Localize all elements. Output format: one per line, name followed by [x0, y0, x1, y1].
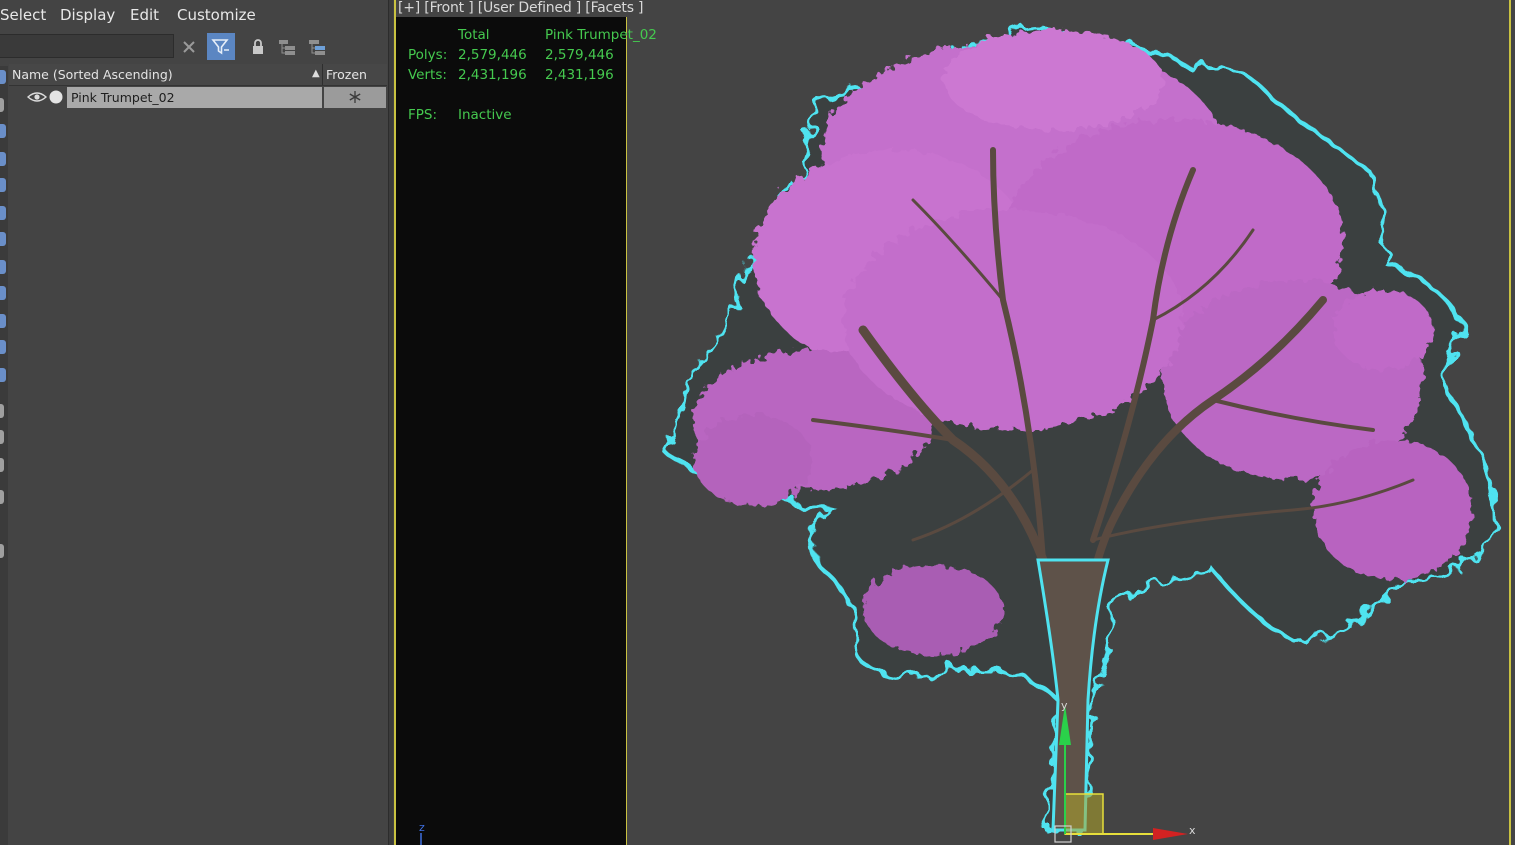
display-xrefs-icon[interactable] [0, 286, 6, 300]
y-axis-label: y [1061, 699, 1068, 712]
viewport-scene[interactable]: x y z [393, 0, 1515, 845]
search-input[interactable] [0, 34, 174, 58]
display-containers-icon[interactable] [0, 340, 6, 354]
view-axis-tripod: z [419, 821, 425, 845]
close-icon [183, 40, 195, 53]
display-groups-icon[interactable] [0, 260, 6, 274]
sync-selection-icon[interactable] [0, 490, 4, 504]
snowflake-icon [349, 91, 361, 103]
x-axis-label: x [1189, 824, 1196, 837]
column-frozen-header[interactable]: Frozen [326, 67, 367, 82]
hierarchy-icon [279, 39, 295, 55]
hierarchy-button[interactable] [273, 33, 301, 60]
page-icon[interactable] [0, 544, 4, 558]
lock-button[interactable] [244, 33, 272, 60]
z-axis-label: z [419, 821, 425, 834]
sort-ascending-icon: ▲ [312, 68, 320, 79]
filter-button[interactable] [207, 33, 235, 60]
display-frozen-icon[interactable] [0, 368, 6, 382]
front-viewport[interactable]: [+] [Front ] [User Defined ] [Facets ] T… [393, 0, 1515, 845]
tree-trunk [1036, 558, 1110, 832]
object-name: Pink Trumpet_02 [71, 90, 175, 105]
clear-search-button[interactable] [175, 33, 203, 60]
menu-customize[interactable]: Customize [177, 6, 256, 24]
explorer-side-toolbar [0, 66, 8, 845]
display-lights-icon[interactable] [0, 152, 6, 166]
eye-icon[interactable] [27, 91, 47, 103]
menu-bar: Select Display Edit Customize [0, 0, 393, 33]
column-divider[interactable] [322, 64, 323, 85]
lock-icon [253, 38, 263, 54]
display-invert-icon[interactable] [0, 430, 4, 444]
x-axis-arrow[interactable] [1153, 828, 1188, 840]
display-bones-icon[interactable] [0, 314, 6, 328]
funnel-icon [211, 38, 229, 54]
menu-edit[interactable]: Edit [130, 6, 159, 24]
scene-explorer: Select Display Edit Customize Name (Sort… [0, 0, 394, 845]
display-none-icon[interactable] [0, 70, 6, 84]
layers-icon [309, 39, 325, 55]
menu-select[interactable]: Select [0, 6, 46, 24]
display-geometry-icon[interactable] [0, 98, 4, 112]
table-row[interactable]: Pink Trumpet_02 [9, 86, 387, 109]
display-helpers-icon[interactable] [0, 206, 6, 220]
display-all-icon[interactable] [0, 404, 4, 418]
row-frozen-cell[interactable] [324, 87, 386, 108]
display-cameras-icon[interactable] [0, 178, 6, 192]
column-name-header[interactable]: Name (Sorted Ascending) [12, 67, 173, 82]
layers-button[interactable] [303, 33, 331, 60]
column-header: Name (Sorted Ascending) ▲ Frozen [9, 64, 387, 86]
tree-model[interactable] [660, 25, 1497, 832]
display-shapes-icon[interactable] [0, 124, 6, 138]
object-color-icon[interactable] [49, 90, 63, 104]
menu-display[interactable]: Display [60, 6, 115, 24]
display-none-toggle-icon[interactable] [0, 458, 4, 472]
row-name-cell[interactable]: Pink Trumpet_02 [67, 87, 322, 108]
display-spacewarps-icon[interactable] [0, 232, 6, 246]
